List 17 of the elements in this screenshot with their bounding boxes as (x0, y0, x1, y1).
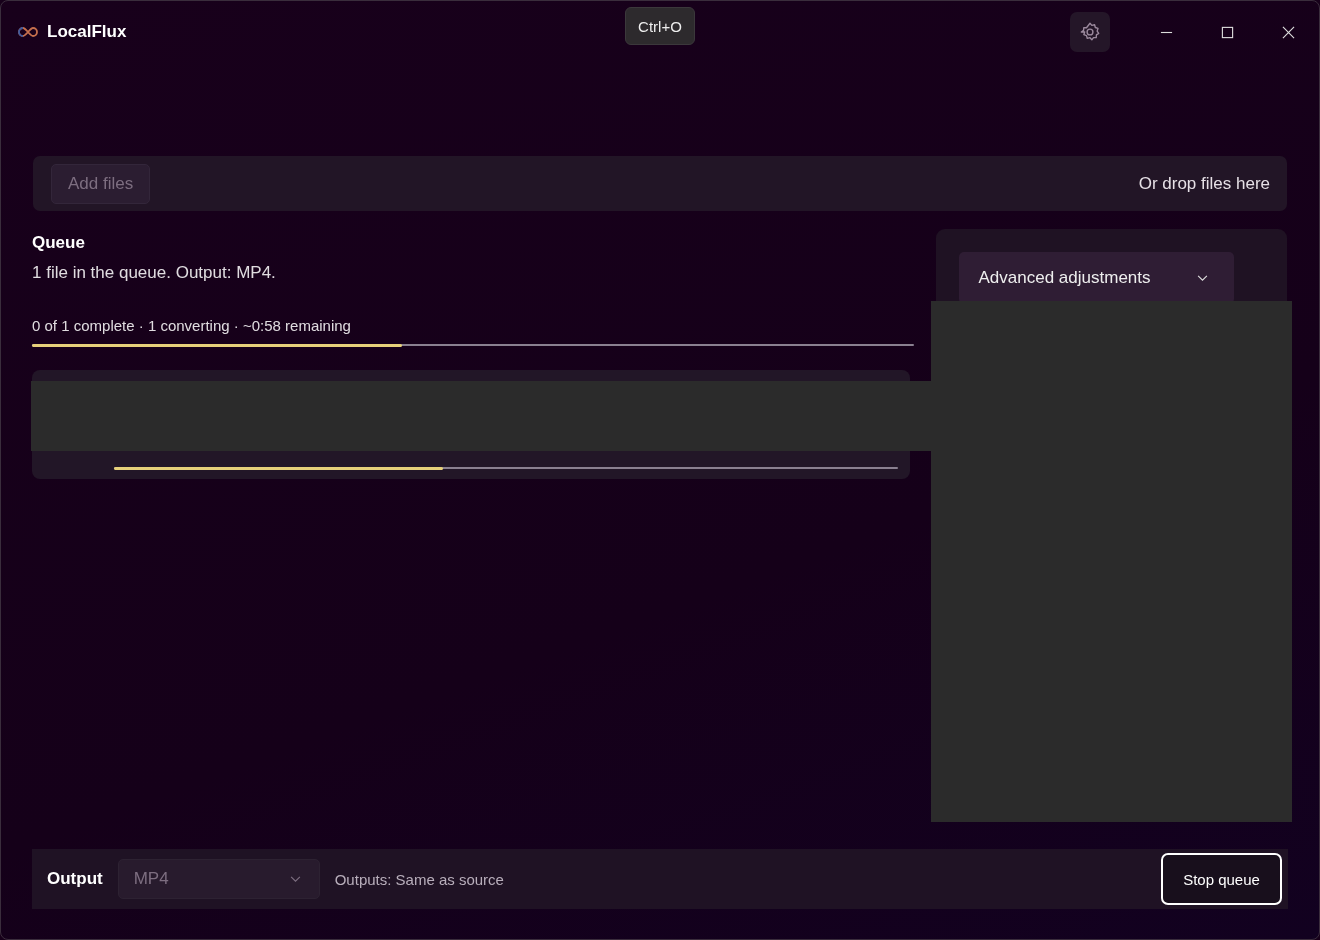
app-title: LocalFlux (47, 22, 127, 42)
maximize-icon[interactable] (1221, 25, 1234, 39)
output-label: Output (47, 869, 103, 889)
chevron-down-icon (289, 875, 301, 883)
settings-button[interactable] (1070, 12, 1110, 52)
queue-heading: Queue (32, 233, 86, 253)
stop-queue-button[interactable]: Stop queue (1161, 853, 1282, 905)
queue-status: 0 of 1 complete · 1 converting · ~0:58 remaining (32, 317, 352, 334)
drop-hint: Or drop files here (1138, 173, 1270, 194)
infinity-logo-icon (17, 26, 39, 38)
shortcut-tooltip: Ctrl+O (625, 7, 695, 45)
settings-icon (1079, 21, 1101, 43)
chevron-down-icon (1196, 274, 1208, 282)
advanced-adjustments-expander[interactable]: Advanced adjustments (958, 252, 1234, 304)
close-icon[interactable] (1282, 25, 1295, 39)
outputs-text: Outputs: Same as source (334, 870, 504, 888)
queue-summary: 1 file in the queue. Output: MP4. (32, 263, 277, 283)
